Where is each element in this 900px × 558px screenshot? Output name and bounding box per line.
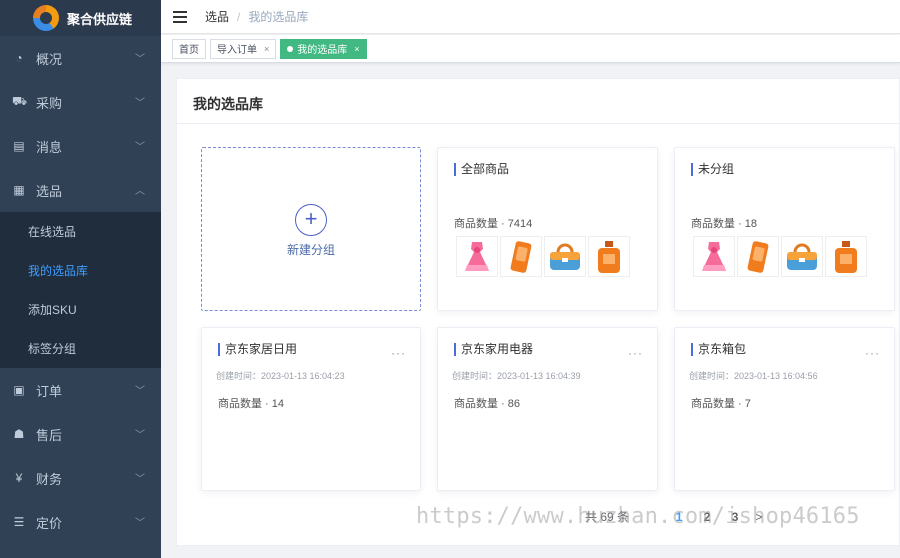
dress-icon[interactable] <box>693 236 735 277</box>
users-icon: ☗ <box>13 427 25 441</box>
sidebar-item-finance[interactable]: ¥ 财务 ﹀ <box>0 456 161 500</box>
chevron-down-icon: ﹀ <box>135 54 145 65</box>
cart-icon: ⛟ <box>12 94 28 108</box>
chevron-down-icon: ﹀ <box>135 430 145 441</box>
tag-label: 首页 <box>179 45 199 56</box>
breadcrumb: 选品 / 我的选品库 <box>205 8 308 25</box>
dress-icon[interactable] <box>456 236 498 277</box>
sidebar-item-pricing[interactable]: ☰ 定价 ﹀ <box>0 500 161 544</box>
menu-toggle-icon[interactable] <box>173 8 187 26</box>
app-name: 聚合供应链 <box>67 11 133 27</box>
more-icon[interactable]: ··· <box>865 346 880 360</box>
tag-import-orders[interactable]: 导入订单 × <box>210 38 277 59</box>
product-count: 商品数量 · 86 <box>454 398 521 410</box>
new-group-card[interactable]: + 新建分组 <box>201 147 421 311</box>
sidebar-item-label: 财务 <box>36 471 63 487</box>
more-icon[interactable]: ··· <box>628 346 643 360</box>
page-title: 我的选品库 <box>193 96 263 112</box>
list-icon: ☰ <box>13 515 25 529</box>
watermark: https://www.huzhan.com/ishop46165 <box>416 504 860 529</box>
dashboard-icon: ◔ <box>15 51 23 65</box>
top-navbar: 选品 / 我的选品库 <box>161 0 900 34</box>
sidebar-item-label: 订单 <box>36 383 63 399</box>
breadcrumb-item-current: 我的选品库 <box>248 10 309 24</box>
divider <box>177 123 899 124</box>
product-count: 商品数量 · 7 <box>691 398 751 410</box>
tag-label: 导入订单 <box>217 45 257 56</box>
created-time: 创建时间：2023-01-13 16:04:39 <box>452 371 581 381</box>
chevron-down-icon: ﹀ <box>135 518 145 529</box>
sidebar-item-label: 售后 <box>36 427 63 443</box>
new-group-label: 新建分组 <box>286 243 335 257</box>
sidebar-item-purchase[interactable]: ⛟ 采购 ﹀ <box>0 80 161 124</box>
selection-submenu: 在线选品 我的选品库 添加SKU 标签分组 <box>0 212 161 368</box>
tags-view: 首页 导入订单 × 我的选品库 × <box>161 35 900 63</box>
more-icon[interactable]: ··· <box>391 346 406 360</box>
library-panel: 我的选品库 + 新建分组 全部商品 商品数量 · 7414 未分组 商品数量 ·… <box>176 78 900 546</box>
sidebar-item-selection[interactable]: ▦ 选品 ︿ <box>0 168 161 212</box>
app-logo[interactable]: 聚合供应链 <box>0 0 161 36</box>
chevron-down-icon: ﹀ <box>135 474 145 485</box>
group-card[interactable]: 京东箱包 ··· 创建时间：2023-01-13 16:04:56 商品数量 ·… <box>674 327 895 491</box>
chevron-down-icon: ﹀ <box>135 386 145 397</box>
sidebar-item-orders[interactable]: ▣ 订单 ﹀ <box>0 368 161 412</box>
group-card[interactable]: 全部商品 商品数量 · 7414 <box>437 147 658 311</box>
sidebar-item-label: 定价 <box>36 515 63 531</box>
product-count: 商品数量 · 14 <box>218 398 285 410</box>
plus-icon: + <box>295 204 327 236</box>
sidebar-item-label: 采购 <box>36 95 63 111</box>
group-title: 未分组 <box>691 163 734 176</box>
close-icon[interactable]: × <box>354 44 359 54</box>
message-icon: ▤ <box>13 139 25 153</box>
chevron-down-icon: ﹀ <box>135 98 145 109</box>
sidebar-item-label: 概况 <box>36 51 63 67</box>
chevron-up-icon: ︿ <box>135 186 145 197</box>
group-title: 京东箱包 <box>691 343 746 356</box>
yen-icon: ¥ <box>15 471 23 485</box>
tag-home[interactable]: 首页 <box>172 38 206 59</box>
sidebar-item-overview[interactable]: ◔ 概况 ﹀ <box>0 36 161 80</box>
submenu-item-tag-groups[interactable]: 标签分组 <box>0 329 161 368</box>
sidebar-item-label: 消息 <box>36 139 63 155</box>
sidebar-item-messages[interactable]: ▤ 消息 ﹀ <box>0 124 161 168</box>
grid-icon: ▦ <box>13 183 25 197</box>
group-card[interactable]: 京东家居日用 ··· 创建时间：2023-01-13 16:04:23 商品数量… <box>201 327 421 491</box>
active-dot-icon <box>287 45 294 52</box>
group-card[interactable]: 京东家用电器 ··· 创建时间：2023-01-13 16:04:39 商品数量… <box>437 327 658 491</box>
logo-icon <box>33 5 59 31</box>
phone-case-icon[interactable] <box>500 236 542 277</box>
created-time: 创建时间：2023-01-13 16:04:23 <box>216 371 345 381</box>
bag-icon[interactable] <box>781 236 823 277</box>
close-icon[interactable]: × <box>264 44 269 54</box>
product-count: 商品数量 · 7414 <box>454 218 533 230</box>
created-time: 创建时间：2023-01-13 16:04:56 <box>689 371 818 381</box>
sidebar: 聚合供应链 ◔ 概况 ﹀ ⛟ 采购 ﹀ ▤ 消息 ﹀ ▦ 选品 ︿ 在线选品 我… <box>0 0 161 558</box>
tag-label: 我的选品库 <box>297 45 348 56</box>
group-title: 京东家居日用 <box>218 343 297 356</box>
tag-my-library[interactable]: 我的选品库 × <box>280 38 367 59</box>
group-title: 全部商品 <box>454 163 509 176</box>
sidebar-item-after-sales[interactable]: ☗ 售后 ﹀ <box>0 412 161 456</box>
submenu-item-online-selection[interactable]: 在线选品 <box>0 212 161 251</box>
order-icon: ▣ <box>13 383 25 397</box>
product-count: 商品数量 · 18 <box>691 218 758 230</box>
submenu-item-add-sku[interactable]: 添加SKU <box>0 290 161 329</box>
breadcrumb-separator: / <box>237 9 241 24</box>
product-thumbnails <box>456 236 632 277</box>
sidebar-item-label: 选品 <box>36 183 63 199</box>
phone-case-icon[interactable] <box>737 236 779 277</box>
product-thumbnails <box>693 236 869 277</box>
submenu-item-my-library[interactable]: 我的选品库 <box>0 251 161 290</box>
chevron-down-icon: ﹀ <box>135 142 145 153</box>
bag-icon[interactable] <box>544 236 586 277</box>
perfume-icon[interactable] <box>588 236 630 277</box>
group-card[interactable]: 未分组 商品数量 · 18 <box>674 147 895 311</box>
perfume-icon[interactable] <box>825 236 867 277</box>
breadcrumb-item-selection[interactable]: 选品 <box>205 8 229 25</box>
group-title: 京东家用电器 <box>454 343 533 356</box>
